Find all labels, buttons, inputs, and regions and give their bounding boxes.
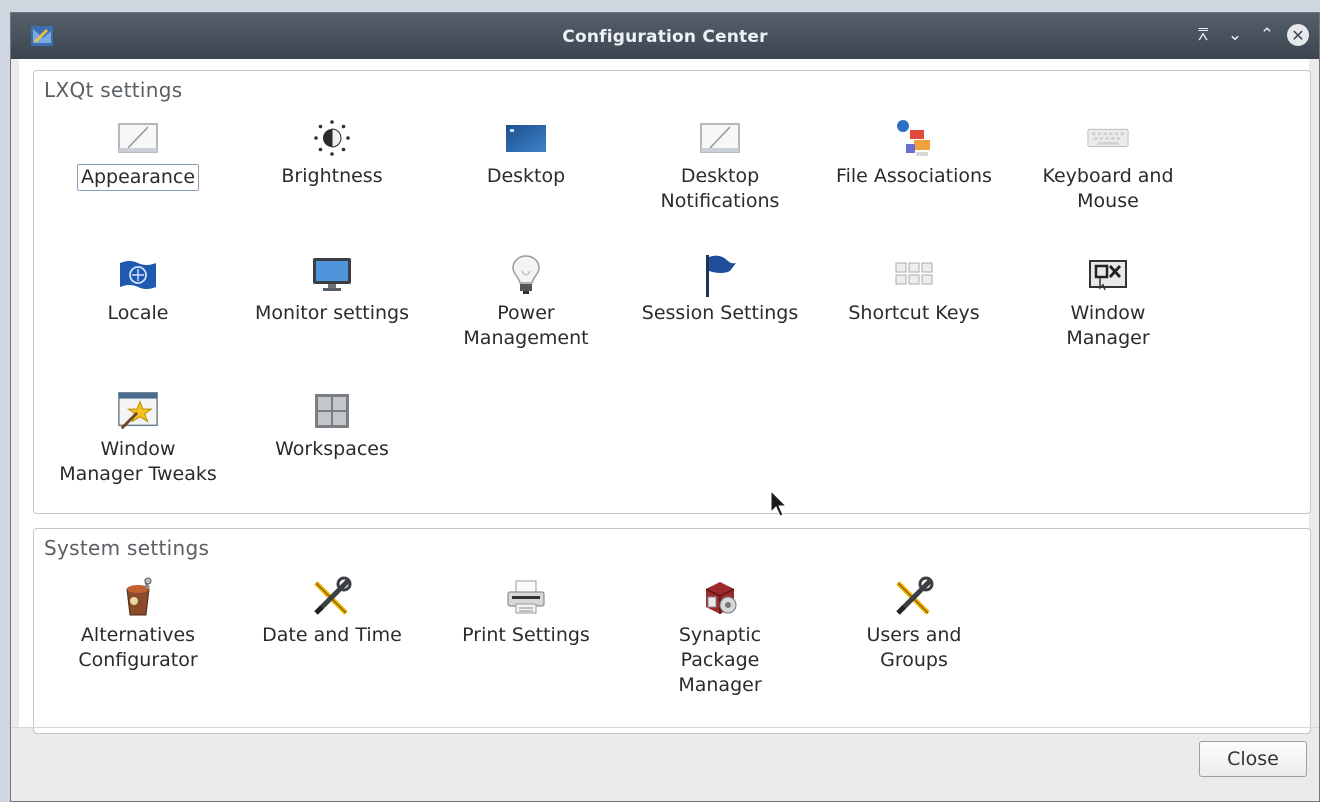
shortcut-keys-icon — [892, 253, 936, 297]
title-bar[interactable]: Configuration Center ⩞ ⌄ ⌃ ✕ — [11, 13, 1319, 59]
lxqt-settings-group: LXQt settings Appearance Brightness Deskto… — [33, 70, 1311, 514]
brightness-icon — [310, 116, 354, 160]
settings-item-label: Users and Groups — [866, 624, 962, 671]
settings-item-label: Desktop — [486, 165, 566, 187]
settings-item-label: Appearance — [76, 164, 200, 191]
settings-item-label: Desktop Notifications — [660, 165, 780, 212]
settings-item-window-manager-tweaks[interactable]: Window Manager Tweaks — [41, 389, 235, 487]
settings-item-date-and-time[interactable]: Date and Time — [235, 575, 429, 648]
package-manager-icon — [698, 575, 742, 619]
configuration-center-window: Configuration Center ⩞ ⌄ ⌃ ✕ LXQt settin… — [10, 12, 1320, 802]
settings-item-brightness[interactable]: Brightness — [235, 116, 429, 189]
settings-item-label: File Associations — [836, 165, 992, 187]
monitor-icon — [310, 253, 354, 297]
locale-icon — [116, 253, 160, 297]
settings-item-locale[interactable]: Locale — [41, 253, 235, 326]
settings-item-synaptic-package-manager[interactable]: Synaptic Package Manager — [623, 575, 817, 698]
settings-content: LXQt settings Appearance Brightness Deskto… — [19, 59, 1311, 734]
keep-above-icon[interactable]: ⩞ — [1191, 23, 1215, 47]
maximize-icon[interactable]: ⌃ — [1255, 23, 1279, 47]
settings-item-label: Shortcut Keys — [848, 302, 980, 324]
settings-item-shortcut-keys[interactable]: Shortcut Keys — [817, 253, 1011, 326]
footer-separator — [11, 727, 1319, 728]
settings-item-label: Brightness — [281, 165, 383, 187]
minimize-icon[interactable]: ⌄ — [1223, 23, 1247, 47]
keyboard-icon — [1086, 116, 1130, 160]
settings-item-label: Keyboard and Mouse — [1042, 165, 1174, 212]
file-associations-icon — [892, 116, 936, 160]
mouse-cursor-icon — [770, 490, 788, 517]
close-icon[interactable]: ✕ — [1287, 24, 1309, 46]
window-manager-icon — [1086, 253, 1130, 297]
settings-item-label: Synaptic Package Manager — [678, 624, 762, 696]
settings-item-label: Window Manager Tweaks — [59, 438, 217, 485]
settings-item-label: Print Settings — [462, 624, 590, 646]
settings-item-label: Power Management — [463, 302, 589, 349]
lightbulb-icon — [504, 253, 548, 297]
group-title-lxqt: LXQt settings — [44, 78, 183, 102]
window-tweaks-icon — [116, 389, 160, 433]
group-title-system: System settings — [44, 536, 210, 560]
settings-item-power-management[interactable]: Power Management — [429, 253, 623, 351]
system-settings-group: System settings Alternatives Configurator… — [33, 528, 1311, 734]
settings-item-workspaces[interactable]: Workspaces — [235, 389, 429, 462]
notifications-icon — [698, 116, 742, 160]
settings-item-label: Monitor settings — [254, 302, 410, 324]
settings-item-session-settings[interactable]: Session Settings — [623, 253, 817, 326]
flag-icon — [698, 253, 742, 297]
settings-item-label: Window Manager — [1066, 302, 1150, 349]
settings-item-alternatives-configurator[interactable]: Alternatives Configurator — [41, 575, 235, 673]
tools-icon — [892, 575, 936, 619]
settings-item-label: Session Settings — [641, 302, 799, 324]
desktop-icon — [504, 116, 548, 160]
settings-item-users-and-groups[interactable]: Users and Groups — [817, 575, 1011, 673]
settings-item-file-associations[interactable]: File Associations — [817, 116, 1011, 189]
printer-icon — [504, 575, 548, 619]
close-button[interactable]: Close — [1199, 741, 1307, 777]
appearance-icon — [116, 116, 160, 160]
settings-item-label: Alternatives Configurator — [78, 624, 198, 671]
settings-item-window-manager[interactable]: Window Manager — [1011, 253, 1205, 351]
window-title: Configuration Center — [562, 27, 768, 47]
workspaces-icon — [310, 389, 354, 433]
alternatives-icon — [116, 575, 160, 619]
tools-icon — [310, 575, 354, 619]
settings-item-monitor-settings[interactable]: Monitor settings — [235, 253, 429, 326]
settings-item-print-settings[interactable]: Print Settings — [429, 575, 623, 648]
settings-item-keyboard-and-mouse[interactable]: Keyboard and Mouse — [1011, 116, 1205, 214]
settings-item-desktop[interactable]: Desktop — [429, 116, 623, 189]
settings-item-desktop-notifications[interactable]: Desktop Notifications — [623, 116, 817, 214]
settings-item-label: Date and Time — [262, 624, 402, 646]
settings-item-label: Locale — [107, 302, 169, 324]
settings-item-label: Workspaces — [275, 438, 389, 460]
settings-item-appearance[interactable]: Appearance — [41, 116, 235, 191]
